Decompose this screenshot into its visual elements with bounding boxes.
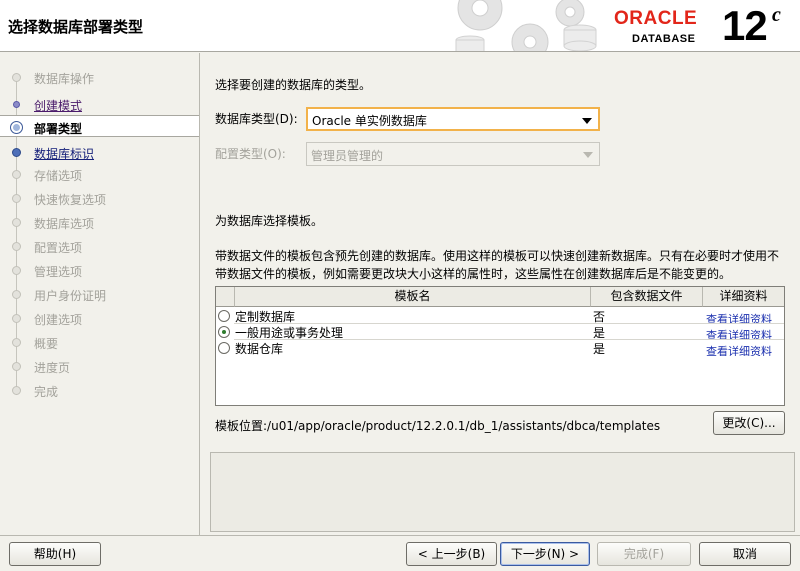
template-radio[interactable] (218, 326, 230, 338)
step-dot-icon (12, 242, 21, 251)
db-type-select[interactable]: Oracle 单实例数据库 (306, 107, 600, 131)
message-panel (210, 452, 795, 532)
step-database-options: 数据库选项 (0, 211, 199, 233)
step-dot-icon (12, 170, 21, 179)
table-row[interactable]: 定制数据库 否 查看详细资料 (216, 308, 784, 324)
footer-divider (0, 535, 800, 536)
step-user-credentials: 用户身份证明 (0, 283, 199, 305)
step-dot-icon (12, 148, 21, 157)
table-header-includes-datafiles[interactable]: 包含数据文件 (591, 287, 703, 307)
step-dot-icon (12, 266, 21, 275)
step-dot-icon (12, 314, 21, 323)
template-location: 模板位置:/u01/app/oracle/product/12.2.0.1/db… (215, 419, 661, 433)
step-progress-page: 进度页 (0, 355, 199, 377)
config-type-value: 管理员管理的 (311, 149, 384, 163)
step-fast-recovery-option: 快速恢复选项 (0, 187, 199, 209)
table-header-details[interactable]: 详细资料 (703, 287, 784, 307)
change-location-button[interactable]: 更改(C)... (713, 411, 785, 435)
steps-sidebar: 数据库操作 创建模式 部署类型 数据库标识 存储选项 快速恢复选项 数据库选项 … (0, 53, 200, 535)
cancel-button[interactable]: 取消 (699, 542, 791, 566)
step-dot-icon (12, 338, 21, 347)
template-description-line1: 带数据文件的模板包含预先创建的数据库。使用这样的模板可以快速创建新数据库。只有在… (215, 249, 780, 263)
chevron-down-icon (582, 118, 592, 124)
template-table: 模板名 包含数据文件 详细资料 定制数据库 否 查看详细资料 一般用途或事务处理… (215, 286, 785, 406)
finish-button: 完成(F) (597, 542, 691, 566)
template-radio[interactable] (218, 342, 230, 354)
step-creation-option: 创建选项 (0, 307, 199, 329)
gears-decoration-icon (455, 0, 597, 51)
back-button[interactable]: < 上一步(B) (406, 542, 497, 566)
view-details-link[interactable]: 查看详细资料 (706, 343, 782, 356)
step-dot-icon (12, 386, 21, 395)
step-management-options: 管理选项 (0, 259, 199, 281)
step-creation-mode[interactable]: 创建模式 (0, 93, 199, 115)
version-suffix: c (772, 4, 781, 26)
step-finish: 完成 (0, 379, 199, 401)
step-storage-option: 存储选项 (0, 163, 199, 185)
page-title: 选择数据库部署类型 (8, 18, 144, 36)
db-type-value: Oracle 单实例数据库 (312, 114, 427, 128)
help-button[interactable]: 帮助(H) (9, 542, 101, 566)
oracle-logo: ORACLE (614, 8, 698, 29)
config-type-select: 管理员管理的 (306, 142, 600, 166)
db-type-label: 数据库类型(D): (215, 112, 298, 126)
step-database-operation: 数据库操作 (0, 66, 199, 88)
step-deployment-type: 部署类型 (0, 115, 199, 137)
config-type-label: 配置类型(O): (215, 147, 286, 161)
step-summary: 概要 (0, 331, 199, 353)
step-configuration-options: 配置选项 (0, 235, 199, 257)
step-dot-icon (12, 290, 21, 299)
step-current-icon (10, 121, 23, 134)
table-row[interactable]: 一般用途或事务处理 是 查看详细资料 (216, 324, 784, 340)
step-dot-icon (12, 73, 21, 82)
step-database-identification[interactable]: 数据库标识 (0, 141, 199, 163)
step-dot-icon (12, 362, 21, 371)
version-number: 12 (722, 2, 768, 49)
template-heading: 为数据库选择模板。 (215, 214, 324, 228)
product-name: DATABASE (632, 33, 696, 45)
step-dot-icon (12, 194, 21, 203)
header-banner: 选择数据库部署类型 ORACLE DATABASE 12 c (0, 0, 800, 52)
step-dot-icon (13, 101, 20, 108)
table-header-template-name[interactable]: 模板名 (235, 287, 591, 307)
table-header-select (216, 287, 235, 307)
step-dot-icon (12, 218, 21, 227)
table-row[interactable]: 数据仓库 是 查看详细资料 (216, 340, 784, 356)
chevron-down-icon (583, 152, 593, 158)
template-radio[interactable] (218, 310, 230, 322)
template-description-line2: 带数据文件的模板，例如需要更改块大小这样的属性时，这些属性在创建数据库后是不能变… (215, 267, 732, 281)
intro-text: 选择要创建的数据库的类型。 (215, 78, 372, 92)
next-button[interactable]: 下一步(N) > (500, 542, 590, 566)
